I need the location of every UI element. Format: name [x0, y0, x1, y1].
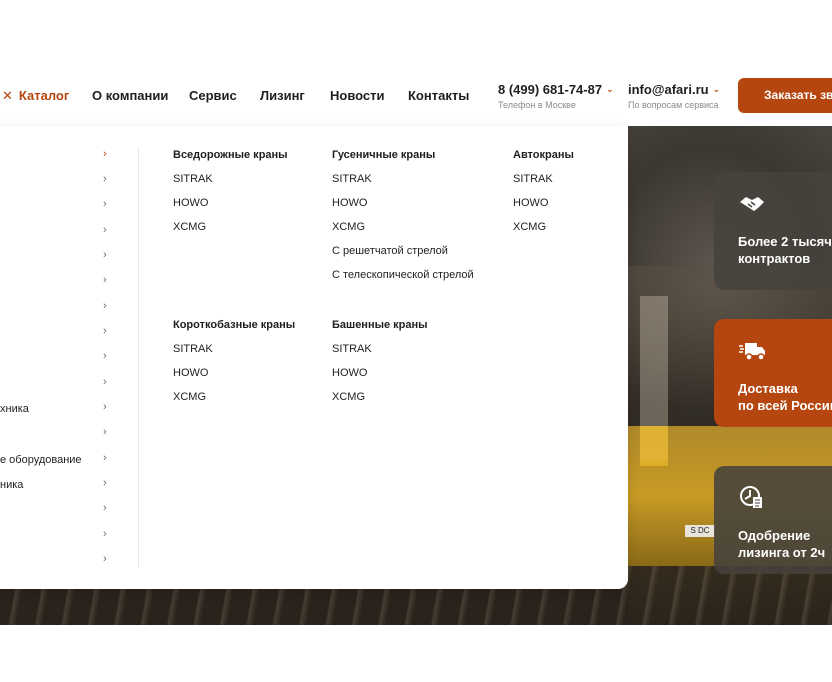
subgroup-link[interactable]: SITRAK — [513, 173, 574, 185]
chevron-down-icon[interactable]: ⌄ — [713, 84, 721, 95]
chevron-right-icon: › — [103, 426, 107, 438]
subgroup-crawler-cranes: Гусеничные краны SITRAK HOWO XCMG С реше… — [332, 149, 474, 281]
clock-document-icon — [740, 486, 762, 508]
feature-card-leasing: Одобрение лизинга от 2ч — [714, 466, 832, 574]
subgroup-link[interactable]: С решетчатой стрелой — [332, 245, 474, 257]
nav-news[interactable]: Новости — [330, 88, 385, 103]
order-call-button[interactable]: Заказать зв — [738, 78, 832, 113]
phone-number[interactable]: 8 (499) 681-74-87 — [498, 82, 602, 97]
category-item[interactable]: › — [0, 198, 110, 216]
subgroup-title[interactable]: Гусеничные краны — [332, 149, 474, 161]
chevron-right-icon: › — [103, 477, 107, 489]
chevron-right-icon: › — [103, 249, 107, 261]
category-item[interactable]: › — [0, 173, 110, 191]
subgroup-link[interactable]: XCMG — [173, 221, 288, 233]
subgroup-link[interactable]: SITRAK — [173, 173, 288, 185]
chevron-right-icon: › — [103, 452, 107, 464]
chevron-right-icon: › — [103, 502, 107, 514]
subgroup-link[interactable]: XCMG — [332, 221, 474, 233]
phone-caption: Телефон в Москве — [498, 100, 576, 110]
category-item[interactable]: › — [0, 426, 110, 444]
chevron-right-icon: › — [103, 528, 107, 540]
feature-card-contracts: Более 2 тысяч контрактов — [714, 172, 832, 290]
subgroup-title[interactable]: Вседорожные краны — [173, 149, 288, 161]
menu-divider — [138, 148, 139, 568]
chevron-right-icon: › — [103, 148, 107, 160]
chevron-right-icon: › — [103, 553, 107, 565]
subgroup-link[interactable]: SITRAK — [332, 173, 474, 185]
subgroup-link[interactable]: XCMG — [513, 221, 574, 233]
chevron-down-icon[interactable]: ⌄ — [606, 84, 614, 95]
subgroup-link[interactable]: HOWO — [513, 197, 574, 209]
subgroup-link[interactable]: HOWO — [332, 367, 428, 379]
category-item[interactable]: хника › — [0, 401, 110, 419]
handshake-icon — [740, 197, 764, 211]
chevron-right-icon: › — [103, 274, 107, 286]
subgroup-link[interactable]: HOWO — [173, 367, 295, 379]
feature-text-line1: Одобрение — [738, 528, 811, 543]
category-item[interactable]: е оборудование › — [0, 452, 110, 470]
category-item[interactable]: › — [0, 274, 110, 292]
catalog-label: Каталог — [18, 88, 70, 103]
category-item[interactable]: › — [0, 224, 110, 242]
chevron-right-icon: › — [103, 350, 107, 362]
subgroup-link[interactable]: SITRAK — [173, 343, 295, 355]
category-item[interactable]: › — [0, 553, 110, 571]
email-caption: По вопросам сервиса — [628, 100, 719, 110]
category-item[interactable]: › — [0, 325, 110, 343]
chevron-right-icon: › — [103, 401, 107, 413]
subgroup-title[interactable]: Короткобазные краны — [173, 319, 295, 331]
category-item[interactable]: › — [0, 376, 110, 394]
phone-contact[interactable]: 8 (499) 681-74-87 ⌄ Телефон в Москве — [498, 82, 614, 110]
subgroup-link[interactable]: HOWO — [173, 197, 288, 209]
subgroup-allterrain-cranes: Вседорожные краны SITRAK HOWO XCMG — [173, 149, 288, 233]
email-address[interactable]: info@afari.ru — [628, 82, 709, 97]
chevron-right-icon: › — [103, 300, 107, 312]
subgroup-link[interactable]: С телескопической стрелой — [332, 269, 474, 281]
subgroup-link[interactable]: SITRAK — [332, 343, 428, 355]
feature-text-line1: Доставка — [738, 381, 798, 396]
chevron-right-icon: › — [103, 198, 107, 210]
site-header: ✕ Каталог О компании Сервис Лизинг Новос… — [0, 74, 832, 116]
chevron-right-icon: › — [103, 224, 107, 236]
hero-light-stripe-yellow — [640, 426, 668, 466]
email-contact[interactable]: info@afari.ru ⌄ По вопросам сервиса — [628, 82, 720, 110]
feature-card-delivery: Доставка по всей России — [714, 319, 832, 427]
chevron-right-icon: › — [103, 376, 107, 388]
category-item[interactable]: › — [0, 148, 110, 166]
feature-text-line2: по всей России — [738, 398, 832, 413]
subgroup-link[interactable]: XCMG — [332, 391, 428, 403]
category-item[interactable]: ника › — [0, 477, 110, 495]
category-item[interactable]: › — [0, 502, 110, 520]
chevron-right-icon: › — [103, 173, 107, 185]
category-item[interactable]: › — [0, 528, 110, 546]
subgroup-title[interactable]: Башенные краны — [332, 319, 428, 331]
subgroup-truck-cranes: Автокраны SITRAK HOWO XCMG — [513, 149, 574, 233]
catalog-mega-menu: › › › › › › › › › › хника › › е оборудова… — [0, 126, 628, 589]
feature-text-line1: Более 2 тысяч — [738, 234, 832, 249]
delivery-truck-icon — [739, 343, 765, 361]
subgroup-link[interactable]: HOWO — [332, 197, 474, 209]
nav-about[interactable]: О компании — [92, 88, 168, 103]
nav-contacts[interactable]: Контакты — [408, 88, 469, 103]
close-icon[interactable]: ✕ — [2, 89, 13, 102]
license-plate: S DC — [685, 525, 715, 537]
catalog-toggle-button[interactable]: ✕ Каталог — [2, 88, 69, 103]
feature-text-line2: контрактов — [738, 251, 811, 266]
chevron-right-icon: › — [103, 325, 107, 337]
category-item[interactable]: › — [0, 350, 110, 368]
category-item[interactable]: › — [0, 249, 110, 267]
subgroup-shortbase-cranes: Короткобазные краны SITRAK HOWO XCMG — [173, 319, 295, 403]
subgroup-title[interactable]: Автокраны — [513, 149, 574, 161]
subgroup-tower-cranes: Башенные краны SITRAK HOWO XCMG — [332, 319, 428, 403]
category-item[interactable]: › — [0, 300, 110, 318]
feature-text-line2: лизинга от 2ч — [738, 545, 826, 560]
nav-service[interactable]: Сервис — [189, 88, 237, 103]
nav-leasing[interactable]: Лизинг — [260, 88, 305, 103]
subgroup-link[interactable]: XCMG — [173, 391, 295, 403]
